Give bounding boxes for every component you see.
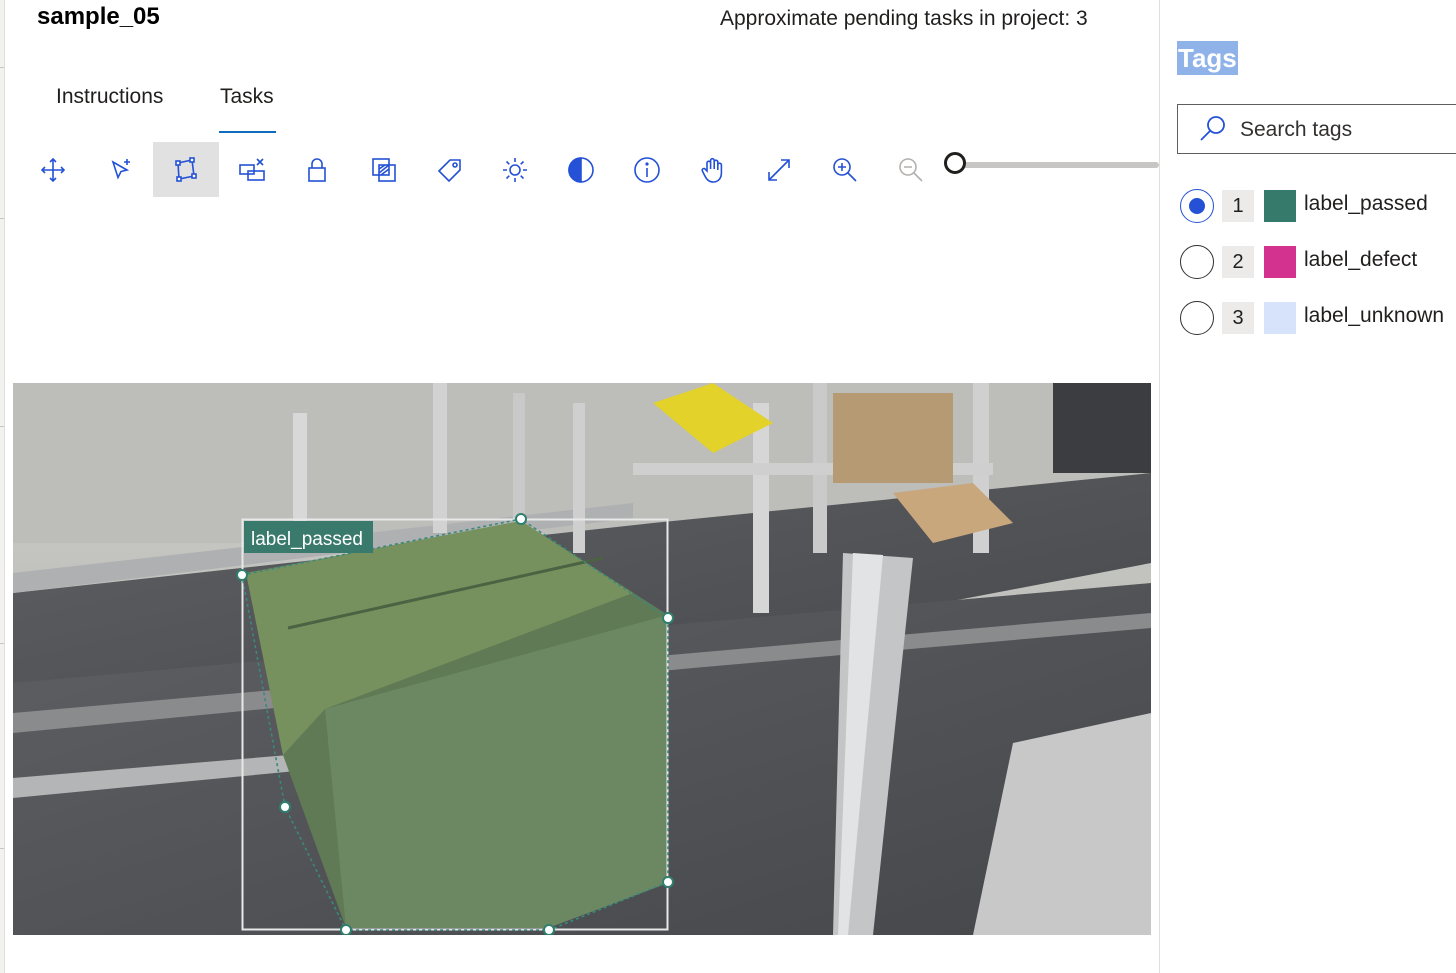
tag-radio-selected[interactable]	[1180, 189, 1214, 223]
tab-instructions[interactable]: Instructions	[56, 85, 163, 109]
tag-color-swatch	[1264, 246, 1296, 278]
panel-divider	[1159, 0, 1160, 973]
pan-button[interactable]	[680, 142, 746, 197]
tag-hotkey-number: 2	[1222, 246, 1254, 278]
brightness-button[interactable]	[482, 142, 548, 197]
pending-tasks-text: Approximate pending tasks in project: 3	[720, 7, 1088, 30]
tag-name: label_unknown	[1304, 304, 1445, 327]
remove-region-button[interactable]	[219, 142, 285, 197]
zoom-out-button[interactable]	[878, 142, 944, 197]
move-tool-button[interactable]	[20, 142, 86, 197]
zoom-in-icon	[833, 157, 857, 182]
search-icon	[1200, 116, 1225, 141]
fit-to-screen-button[interactable]	[746, 142, 812, 197]
info-icon	[634, 156, 660, 183]
zoom-in-button[interactable]	[812, 142, 878, 197]
hand-pan-icon	[701, 157, 723, 183]
select-add-point-button[interactable]	[87, 142, 153, 197]
image-canvas[interactable]: label_passed	[13, 383, 1151, 935]
overlap-regions-button[interactable]	[351, 142, 417, 197]
tag-radio[interactable]	[1180, 301, 1214, 335]
polygon-tool-button[interactable]	[153, 142, 219, 197]
zoom-slider-track[interactable]	[958, 162, 1159, 168]
zoom-slider-thumb[interactable]	[944, 152, 966, 174]
sample-title: sample_05	[37, 3, 160, 30]
search-tags-input[interactable]	[1238, 111, 1442, 149]
active-tab-indicator	[219, 131, 276, 133]
tag-name: label_defect	[1304, 248, 1418, 271]
tag-hotkey-number: 3	[1222, 302, 1254, 334]
brightness-icon	[503, 157, 527, 182]
labeling-workspace: sample_05 Approximate pending tasks in p…	[0, 0, 1159, 973]
lock-button[interactable]	[284, 142, 350, 197]
move-icon	[40, 157, 66, 182]
tag-icon	[437, 158, 461, 182]
pointer-add-icon	[111, 158, 130, 180]
info-button[interactable]	[614, 142, 680, 197]
tag-hotkey-number: 1	[1222, 190, 1254, 222]
tags-panel-title: Tags	[1177, 41, 1238, 75]
zoom-out-icon	[899, 157, 923, 182]
contrast-icon	[568, 156, 594, 183]
region-label-text: label_passed	[251, 529, 363, 550]
tag-color-swatch	[1264, 190, 1296, 222]
regions-overlap-icon	[372, 157, 396, 182]
tag-button[interactable]	[417, 142, 483, 197]
factory-conveyor-photo: label_passed	[13, 383, 1151, 935]
tag-name: label_passed	[1304, 192, 1428, 215]
tag-color-swatch	[1264, 302, 1296, 334]
polygon-icon	[175, 156, 197, 182]
tab-tasks[interactable]: Tasks	[220, 85, 274, 109]
lock-icon	[308, 157, 326, 182]
contrast-button[interactable]	[548, 142, 614, 197]
fit-expand-icon	[768, 158, 790, 181]
tag-radio[interactable]	[1180, 245, 1214, 279]
region-remove-icon	[239, 157, 265, 181]
